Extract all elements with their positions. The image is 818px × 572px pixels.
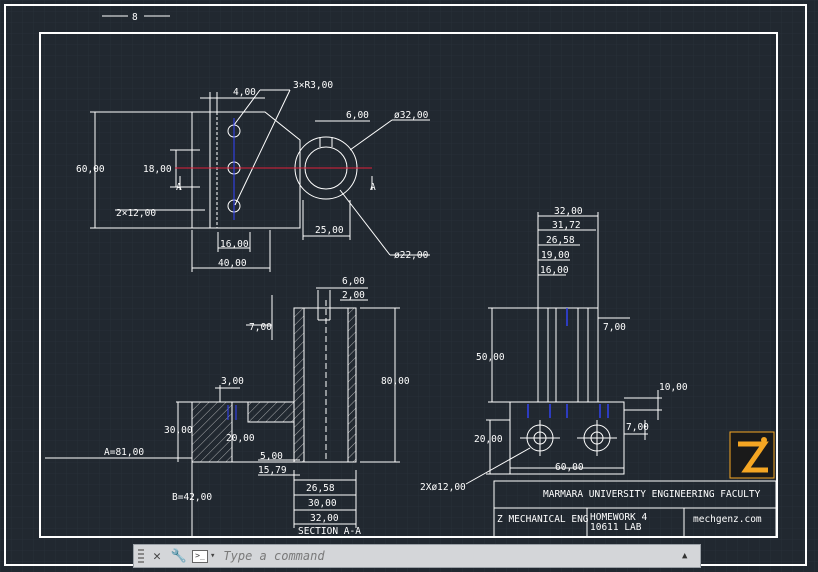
svg-text:7,00: 7,00	[603, 322, 626, 333]
svg-text:3×R3,00: 3×R3,00	[293, 80, 333, 91]
chevron-down-icon: ▾	[210, 551, 216, 561]
svg-text:20,00: 20,00	[474, 434, 503, 445]
svg-text:mechgenz.com: mechgenz.com	[693, 514, 762, 525]
svg-text:31,72: 31,72	[552, 220, 581, 231]
svg-text:MARMARA UNIVERSITY ENGINEERING: MARMARA UNIVERSITY ENGINEERING FACULTY	[543, 489, 761, 500]
command-line-grip[interactable]	[138, 549, 144, 563]
svg-text:2,00: 2,00	[342, 290, 365, 301]
svg-text:50,00: 50,00	[476, 352, 505, 363]
svg-text:A=81,00: A=81,00	[104, 447, 144, 458]
svg-text:2×12,00: 2×12,00	[116, 208, 156, 219]
svg-text:40,00: 40,00	[218, 258, 247, 269]
svg-text:3,00: 3,00	[221, 376, 244, 387]
svg-text:10,00: 10,00	[659, 382, 688, 393]
svg-text:60,00: 60,00	[76, 164, 105, 175]
svg-text:80,00: 80,00	[381, 376, 410, 387]
svg-text:SECTION A-A: SECTION A-A	[298, 526, 361, 537]
mechgenz-logo	[729, 431, 775, 479]
svg-text:19,00: 19,00	[541, 250, 570, 261]
command-prompt-icon[interactable]: >_ ▾	[192, 549, 216, 563]
svg-text:ø32,00: ø32,00	[394, 110, 429, 121]
svg-text:6,00: 6,00	[346, 110, 369, 121]
svg-text:6,00: 6,00	[342, 276, 365, 287]
svg-text:25,00: 25,00	[315, 225, 344, 236]
svg-text:2Xø12,00: 2Xø12,00	[420, 482, 466, 493]
svg-text:32,00: 32,00	[554, 206, 583, 217]
svg-text:5,00: 5,00	[260, 451, 283, 462]
svg-text:16,00: 16,00	[540, 265, 569, 276]
svg-text:A: A	[176, 182, 182, 193]
svg-text:B=42,00: B=42,00	[172, 492, 212, 503]
drawing-canvas[interactable]: 8 3×R3,00 4,00 6,00 ø32,00 ø22,00 60,00 …	[0, 0, 818, 572]
wrench-icon[interactable]: 🔧	[170, 547, 188, 565]
svg-text:ø22,00: ø22,00	[394, 250, 429, 261]
svg-text:A: A	[370, 182, 376, 193]
top-tab-label: 8	[132, 12, 138, 23]
svg-text:4,00: 4,00	[233, 87, 256, 98]
svg-text:18,00: 18,00	[143, 164, 172, 175]
svg-text:26,58: 26,58	[546, 235, 575, 246]
svg-text:26,58: 26,58	[306, 483, 335, 494]
svg-text:16,00: 16,00	[220, 239, 249, 250]
command-input[interactable]	[221, 548, 682, 564]
svg-text:30,00: 30,00	[308, 498, 337, 509]
svg-text:20,00: 20,00	[226, 433, 255, 444]
svg-text:30,00: 30,00	[164, 425, 193, 436]
svg-text:15,79: 15,79	[258, 465, 287, 476]
svg-text:Z MECHANICAL ENG: Z MECHANICAL ENG	[497, 514, 589, 525]
svg-text:60,00: 60,00	[555, 462, 584, 473]
svg-text:10611 LAB: 10611 LAB	[590, 522, 642, 533]
prompt-box: >_	[192, 549, 208, 563]
command-line-bar[interactable]: ✕ 🔧 >_ ▾ ▲	[133, 544, 701, 568]
svg-text:32,00: 32,00	[310, 513, 339, 524]
svg-text:7,00: 7,00	[249, 322, 272, 333]
close-icon[interactable]: ✕	[148, 547, 166, 565]
svg-text:7,00: 7,00	[626, 422, 649, 433]
history-up-icon[interactable]: ▲	[682, 551, 696, 561]
